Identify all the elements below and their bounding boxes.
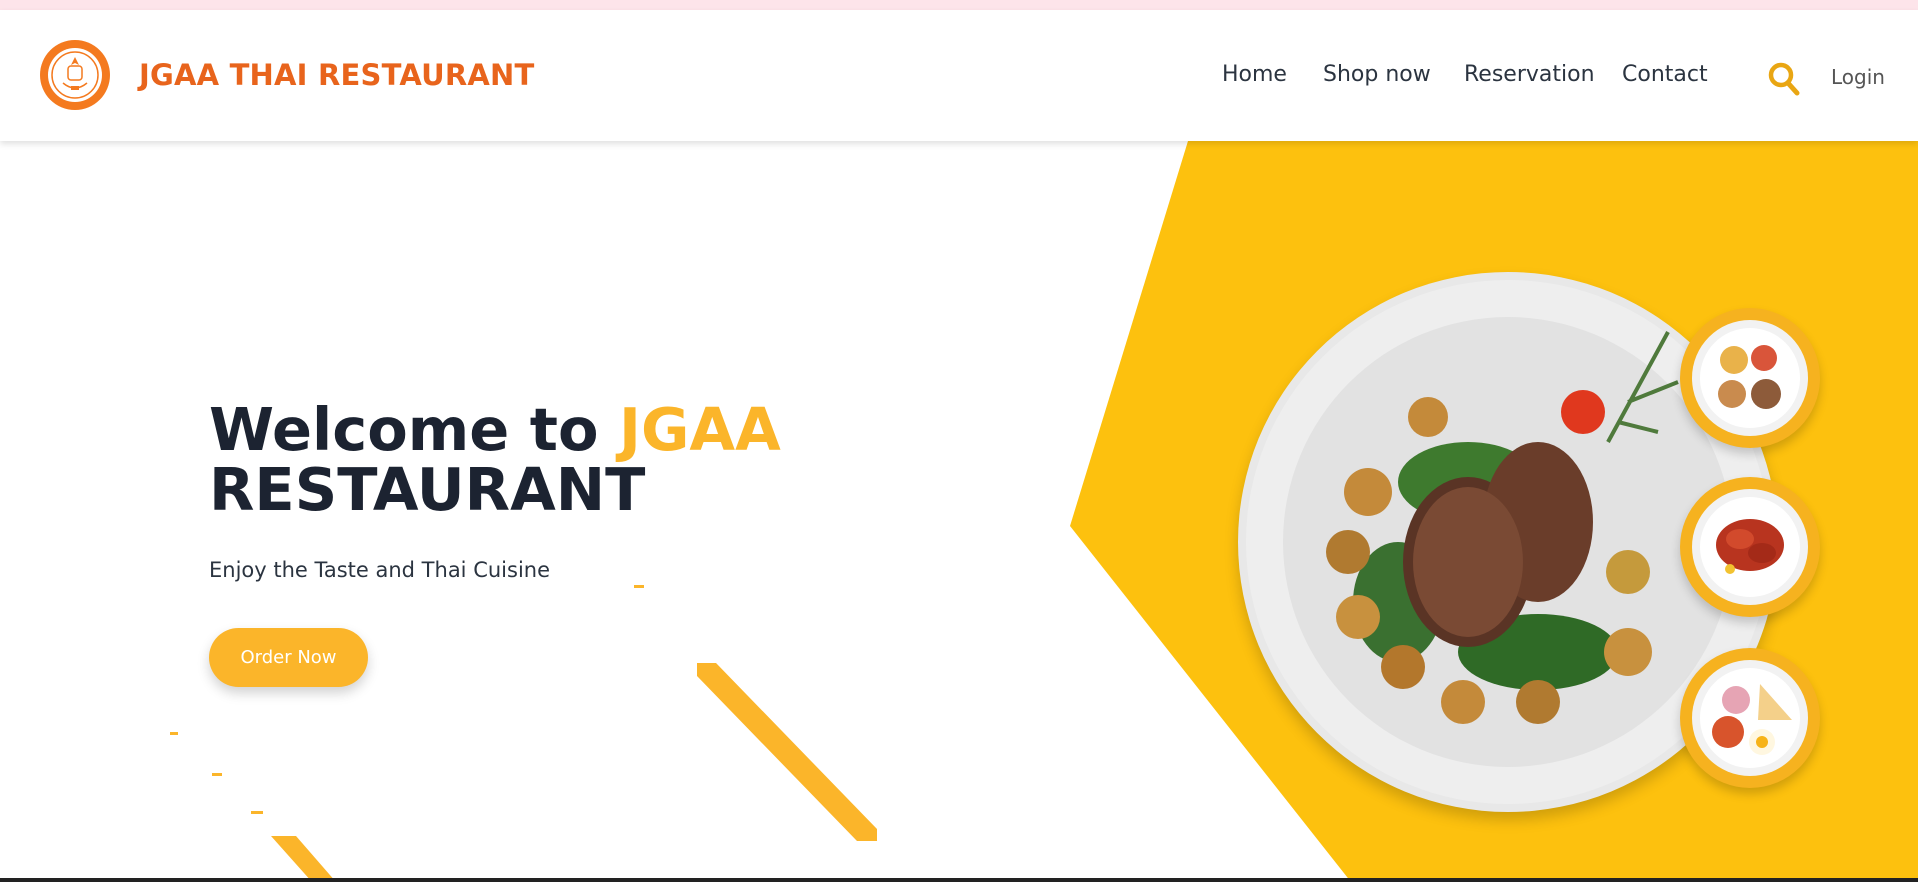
hero-title-line2: RESTAURANT xyxy=(209,455,646,524)
bottom-border xyxy=(0,878,1918,882)
login-link[interactable]: Login xyxy=(1831,65,1885,89)
fried-chicken-thumbnail[interactable] xyxy=(1680,477,1820,617)
nav-contact[interactable]: Contact xyxy=(1622,62,1708,87)
order-now-button[interactable]: Order Now xyxy=(209,628,368,687)
breakfast-plate-thumbnail[interactable] xyxy=(1680,648,1820,788)
search-icon[interactable] xyxy=(1768,62,1800,96)
thai-platter-thumbnail[interactable] xyxy=(1680,308,1820,448)
hero-title-prefix: Welcome to xyxy=(209,395,599,464)
restaurant-emblem-icon[interactable] xyxy=(40,40,110,110)
top-strip xyxy=(0,0,1918,10)
nav-home[interactable]: Home xyxy=(1222,62,1287,87)
hero-title: Welcome to JGAA RESTAURANT xyxy=(209,400,781,520)
hero-subtitle: Enjoy the Taste and Thai Cuisine xyxy=(209,558,551,582)
nav-shop-now[interactable]: Shop now xyxy=(1323,62,1431,87)
nav-reservation[interactable]: Reservation xyxy=(1464,62,1595,87)
brand-name[interactable]: JGAA THAI RESTAURANT xyxy=(139,58,534,92)
navbar: JGAA THAI RESTAURANT Home Shop now Reser… xyxy=(0,10,1918,141)
hero-title-accent: JGAA xyxy=(619,395,781,464)
